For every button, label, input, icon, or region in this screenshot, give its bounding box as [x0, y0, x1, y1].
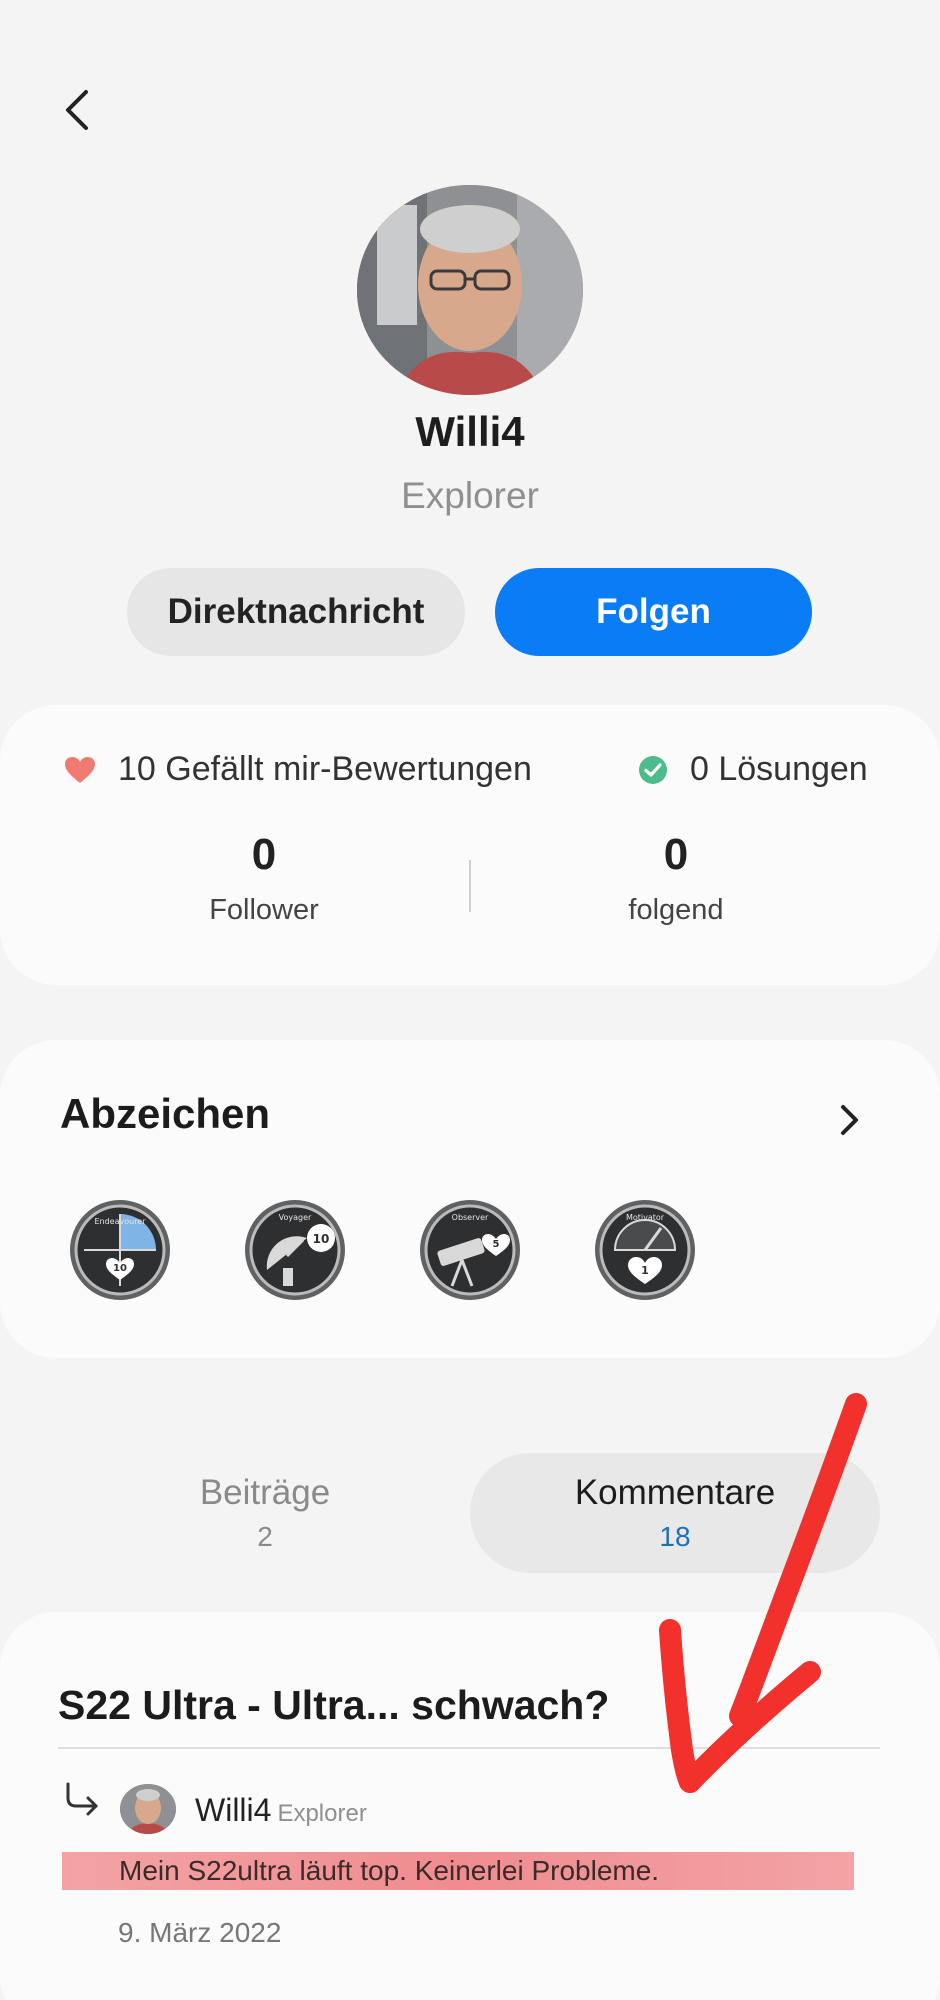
badge-level: 1 [641, 1264, 649, 1277]
chevron-right-icon [841, 1105, 858, 1135]
tab-comments[interactable]: Kommentare 18 [470, 1453, 880, 1573]
check-circle-icon [638, 755, 668, 785]
heart-icon [64, 756, 96, 784]
post-divider [58, 1747, 880, 1749]
stats-card: 10 Gefällt mir-Bewertungen 0 Lösungen 0 … [0, 705, 940, 985]
following-number: 0 [663, 830, 689, 879]
chevron-left-icon [66, 90, 88, 130]
badge-name: Endeavourer [94, 1217, 146, 1226]
direct-message-button[interactable]: Direktnachricht [127, 568, 465, 656]
badges-card: Abzeichen 10 Endeavourer 10 Voyager 5 Ob… [0, 1040, 940, 1358]
tab-count: 18 [659, 1521, 691, 1552]
badge-name: Observer [452, 1213, 489, 1222]
likes-text: 10 Gefällt mir-Bewertungen [118, 750, 532, 788]
comment-author-name: Willi4 [195, 1792, 272, 1828]
badge-endeavourer[interactable]: 10 Endeavourer [68, 1198, 172, 1302]
tab-posts[interactable]: Beiträge 2 [60, 1453, 470, 1573]
comment-author[interactable]: Willi4 Explorer [195, 1792, 367, 1829]
comment-author-rank: Explorer [277, 1800, 367, 1827]
post-title[interactable]: S22 Ultra - Ultra... schwach? [58, 1682, 609, 1729]
avatar [357, 185, 583, 395]
following-label: folgend [628, 894, 724, 926]
followers-count[interactable]: 0 Follower [114, 830, 414, 927]
badge-level: 5 [493, 1239, 500, 1250]
following-count[interactable]: 0 folgend [526, 830, 826, 927]
tab-label: Kommentare [574, 1473, 776, 1512]
badge-motivator[interactable]: 1 Motivator [593, 1198, 697, 1302]
stats-divider [469, 860, 471, 912]
follow-button[interactable]: Folgen [495, 568, 812, 656]
likes-stat: 10 Gefällt mir-Bewertungen [64, 750, 532, 789]
tab-label: Beiträge [199, 1473, 331, 1512]
badge-name: Motivator [626, 1213, 665, 1222]
solutions-text: 0 Lösungen [690, 750, 868, 788]
comment-card[interactable]: S22 Ultra - Ultra... schwach? Willi4 Expl… [0, 1612, 940, 2000]
reply-arrow-icon [66, 1782, 98, 1816]
back-button[interactable] [52, 80, 102, 140]
badge-level: 10 [113, 1263, 127, 1274]
followers-number: 0 [251, 830, 277, 879]
badge-name: Voyager [279, 1213, 312, 1222]
badge-level: 10 [313, 1232, 330, 1246]
profile-page: Willi4 Explorer Direktnachricht Folgen 1… [0, 0, 940, 2000]
followers-label: Follower [209, 894, 319, 926]
badges-title: Abzeichen [60, 1090, 271, 1137]
badge-observer[interactable]: 5 Observer [418, 1198, 522, 1302]
comment-date: 9. März 2022 [118, 1917, 282, 1948]
user-rank: Explorer [401, 475, 539, 516]
tab-count: 2 [257, 1521, 273, 1552]
badges-more-button[interactable] [830, 1095, 870, 1145]
solutions-stat: 0 Lösungen [638, 750, 868, 789]
comment-avatar [120, 1784, 176, 1834]
username: Willi4 [415, 408, 525, 455]
badge-voyager[interactable]: 10 Voyager [243, 1198, 347, 1302]
comment-text: Mein S22ultra läuft top. Keinerlei Probl… [62, 1852, 854, 1890]
